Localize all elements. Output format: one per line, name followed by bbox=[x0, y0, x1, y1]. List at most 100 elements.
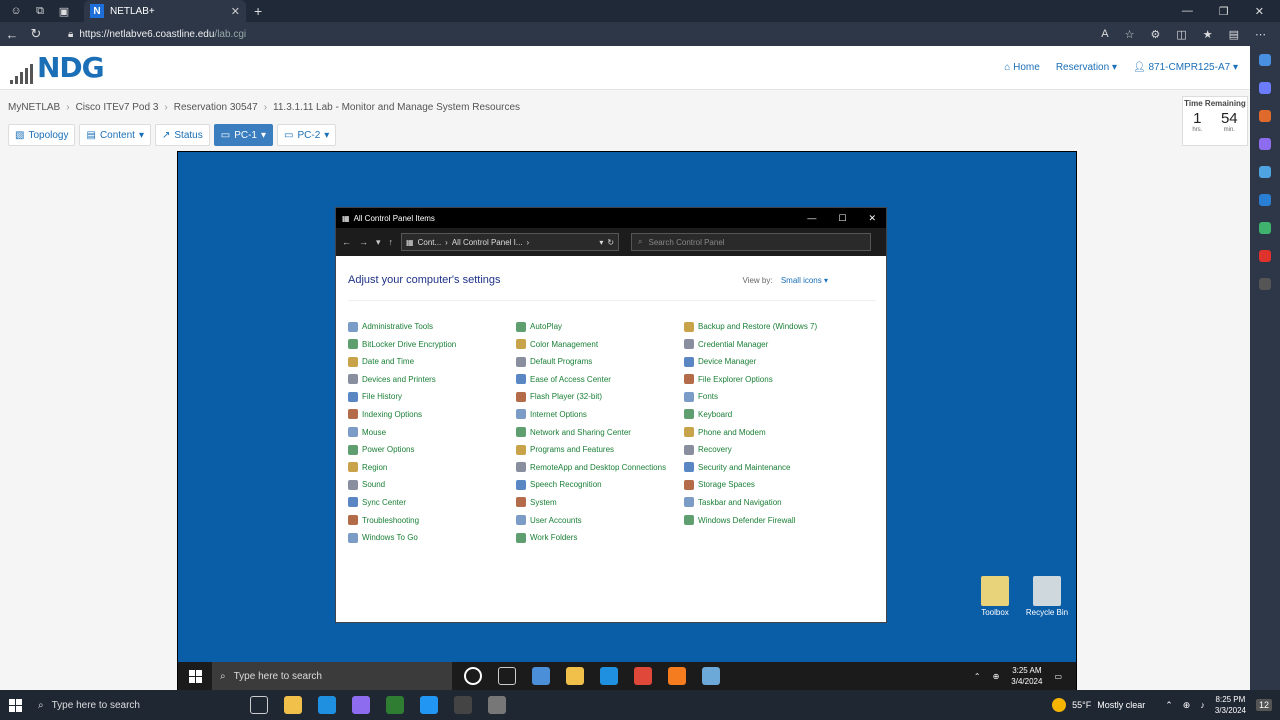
xbox-icon[interactable] bbox=[386, 696, 404, 714]
cp-item[interactable]: Windows To Go bbox=[348, 531, 516, 544]
cp-item[interactable]: Administrative Tools bbox=[348, 320, 516, 333]
cp-item[interactable]: File History bbox=[348, 390, 516, 403]
topology-button[interactable]: ▧ Topology bbox=[8, 124, 76, 146]
cp-item[interactable]: Programs and Features bbox=[516, 443, 684, 456]
cp-item[interactable]: Network and Sharing Center bbox=[516, 426, 684, 439]
cp-item[interactable]: Recovery bbox=[684, 443, 874, 456]
network-icon[interactable]: ⊕ bbox=[1183, 700, 1191, 711]
cp-item[interactable]: RemoteApp and Desktop Connections bbox=[516, 461, 684, 474]
cp-item[interactable]: Security and Maintenance bbox=[684, 461, 874, 474]
minimize-icon[interactable]: — bbox=[1182, 5, 1193, 18]
pc1-button[interactable]: ▭ PC-1 ▾ bbox=[213, 124, 274, 146]
shopping-icon[interactable] bbox=[1259, 82, 1271, 94]
status-button[interactable]: ↗ Status bbox=[155, 124, 210, 146]
profile-icon[interactable]: ☺ bbox=[8, 3, 24, 19]
cp-item[interactable]: BitLocker Drive Encryption bbox=[348, 338, 516, 351]
task-view-icon[interactable] bbox=[498, 667, 516, 685]
tools-icon[interactable] bbox=[1259, 110, 1271, 122]
task-view-icon[interactable] bbox=[250, 696, 268, 714]
cp-item[interactable]: Region bbox=[348, 461, 516, 474]
notification-icon[interactable]: ▭ bbox=[1054, 672, 1062, 681]
cp-item[interactable]: Default Programs bbox=[516, 355, 684, 368]
cp-item[interactable]: Flash Player (32-bit) bbox=[516, 390, 684, 403]
cp-item[interactable]: AutoPlay bbox=[516, 320, 684, 333]
cp-item[interactable]: Ease of Access Center bbox=[516, 373, 684, 386]
refresh-icon[interactable]: ↻ bbox=[24, 26, 48, 42]
cp-item[interactable]: Windows Defender Firewall bbox=[684, 514, 874, 527]
cp-item[interactable]: Taskbar and Navigation bbox=[684, 496, 874, 509]
view-by-dropdown[interactable]: Small icons ▾ bbox=[781, 276, 828, 285]
cp-item[interactable]: Internet Options bbox=[516, 408, 684, 421]
back-icon[interactable]: ← bbox=[0, 27, 24, 42]
cp-item[interactable]: Credential Manager bbox=[684, 338, 874, 351]
close-window-icon[interactable]: ✕ bbox=[1255, 5, 1264, 18]
workspaces-icon[interactable]: ⧉ bbox=[32, 3, 48, 19]
breadcrumb-item[interactable]: Reservation 30547 bbox=[174, 102, 258, 113]
cp-item[interactable]: Color Management bbox=[516, 338, 684, 351]
breadcrumb-item[interactable]: MyNETLAB bbox=[8, 102, 60, 113]
minimize-icon[interactable]: — bbox=[807, 213, 816, 224]
read-aloud-icon[interactable]: A bbox=[1101, 28, 1108, 41]
cp-item[interactable]: Power Options bbox=[348, 443, 516, 456]
network-icon[interactable]: ⊕ bbox=[993, 672, 1000, 681]
cortana-icon[interactable] bbox=[464, 667, 482, 685]
cp-item[interactable]: Date and Time bbox=[348, 355, 516, 368]
collections-icon[interactable]: ▤ bbox=[1229, 28, 1239, 41]
nav-home[interactable]: ⌂ Home bbox=[1004, 62, 1040, 73]
host-clock[interactable]: 8:25 PM 3/3/2024 bbox=[1215, 694, 1246, 716]
edge-icon[interactable] bbox=[600, 667, 618, 685]
windows-start-icon[interactable] bbox=[0, 698, 30, 712]
cp-item[interactable]: Sound bbox=[348, 478, 516, 491]
cp-item[interactable]: System bbox=[516, 496, 684, 509]
host-search-input[interactable]: ⌕ Type here to search bbox=[30, 690, 230, 720]
store-icon[interactable] bbox=[532, 667, 550, 685]
cp-item[interactable]: Mouse bbox=[348, 426, 516, 439]
back-icon[interactable]: ← bbox=[342, 237, 351, 247]
desktop-icon-toolbox[interactable]: Toolbox bbox=[970, 576, 1020, 617]
cp-item[interactable]: Device Manager bbox=[684, 355, 874, 368]
recent-locations-icon[interactable]: ▾ bbox=[376, 237, 381, 248]
maximize-icon[interactable]: ❐ bbox=[1219, 5, 1229, 18]
cp-item[interactable]: Sync Center bbox=[348, 496, 516, 509]
new-tab-icon[interactable]: + bbox=[254, 3, 262, 19]
volume-icon[interactable]: ♪ bbox=[1200, 700, 1205, 710]
path-segment[interactable]: All Control Panel I... bbox=[452, 238, 523, 247]
outlook-icon[interactable] bbox=[1259, 194, 1271, 206]
m365-icon[interactable] bbox=[1259, 166, 1271, 178]
close-tab-icon[interactable]: ✕ bbox=[231, 5, 240, 18]
close-icon[interactable]: ✕ bbox=[868, 213, 876, 224]
chrome-icon[interactable] bbox=[634, 667, 652, 685]
cp-item[interactable]: File Explorer Options bbox=[684, 373, 874, 386]
ndg-logo[interactable]: NDG bbox=[10, 51, 105, 84]
games-icon[interactable] bbox=[1259, 138, 1271, 150]
cp-item[interactable]: Indexing Options bbox=[348, 408, 516, 421]
cp-address[interactable]: ▦ Cont... › All Control Panel I... › ▾ ↻ bbox=[401, 233, 620, 251]
cp-item[interactable]: User Accounts bbox=[516, 514, 684, 527]
cp-item[interactable]: Work Folders bbox=[516, 531, 684, 544]
url-field[interactable]: 🔒︎ https://netlabve6.coastline.edu/lab.c… bbox=[68, 29, 246, 40]
chevron-up-icon[interactable]: ⌃ bbox=[1165, 700, 1173, 711]
app-icon[interactable] bbox=[488, 696, 506, 714]
forward-icon[interactable]: → bbox=[359, 237, 368, 247]
firefox-icon[interactable] bbox=[668, 667, 686, 685]
app-icon[interactable] bbox=[454, 696, 472, 714]
remote-desktop[interactable]: ▦ All Control Panel Items — ☐ ✕ ← → ▾ ↑ … bbox=[177, 151, 1077, 691]
extensions-icon[interactable]: ⚙ bbox=[1150, 28, 1160, 41]
file-explorer-icon[interactable] bbox=[284, 696, 302, 714]
add-sidebar-icon[interactable] bbox=[1259, 278, 1271, 290]
tab-netlab[interactable]: N NETLAB+ ✕ bbox=[84, 0, 246, 22]
pc2-button[interactable]: ▭ PC-2 ▾ bbox=[277, 124, 337, 146]
weather-widget[interactable]: 55°F Mostly clear bbox=[1052, 698, 1145, 712]
windows-start-icon[interactable] bbox=[178, 669, 212, 683]
control-panel-taskbar-icon[interactable] bbox=[702, 667, 720, 685]
cp-item[interactable]: Phone and Modem bbox=[684, 426, 874, 439]
cp-item[interactable]: Speech Recognition bbox=[516, 478, 684, 491]
cp-item[interactable]: Storage Spaces bbox=[684, 478, 874, 491]
desktop-icon-recycle-bin[interactable]: Recycle Bin bbox=[1022, 576, 1072, 617]
edge-icon[interactable] bbox=[318, 696, 336, 714]
drop-icon[interactable] bbox=[1259, 222, 1271, 234]
breadcrumb-item[interactable]: Cisco ITEv7 Pod 3 bbox=[76, 102, 159, 113]
app-icon[interactable] bbox=[420, 696, 438, 714]
favorite-star-icon[interactable]: ☆ bbox=[1125, 28, 1135, 41]
app-icon[interactable] bbox=[352, 696, 370, 714]
